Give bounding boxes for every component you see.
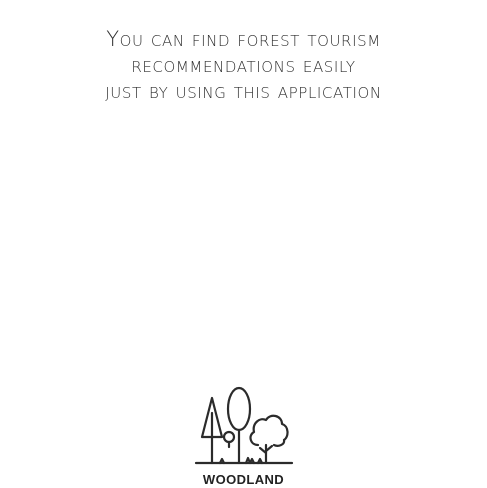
onboarding-message: You can find forest tourism recommendati… <box>0 26 487 104</box>
brand-name: WOODLAND <box>202 472 285 487</box>
forest-trees-icon <box>194 386 293 465</box>
app-logo: WOODLAND <box>0 385 487 487</box>
onboarding-line-1: You can find forest tourism <box>106 27 381 51</box>
onboarding-line-3: just by using this application <box>105 79 382 103</box>
onboarding-line-2: recommendations easily <box>131 53 356 77</box>
